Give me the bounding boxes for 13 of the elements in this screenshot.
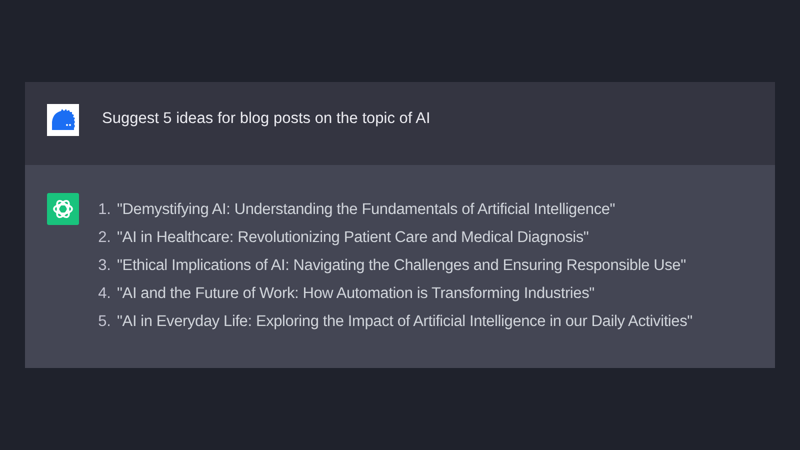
list-item-text: "Demystifying AI: Understanding the Fundamentals of Artificial Intelligence" bbox=[117, 201, 616, 219]
user-message-text: Suggest 5 ideas for blog posts on the topic of AI bbox=[102, 110, 430, 128]
list-item-text: "AI in Healthcare: Revolutionizing Patient Care and Medical Diagnosis" bbox=[117, 229, 589, 247]
list-number: 2. bbox=[97, 229, 111, 247]
hedgehog-avatar-icon bbox=[47, 104, 79, 136]
list-number: 4. bbox=[97, 285, 111, 303]
list-item-text: "Ethical Implications of AI: Navigating the Challenges and Ensuring Responsible Use" bbox=[117, 257, 686, 275]
assistant-logo-icon bbox=[47, 193, 79, 225]
list-number: 3. bbox=[97, 257, 111, 275]
list-number: 1. bbox=[97, 201, 111, 219]
list-number: 5. bbox=[97, 313, 111, 331]
list-item-text: "AI in Everyday Life: Exploring the Impact of Artificial Intelligence in our Daily Activities" bbox=[117, 313, 692, 331]
list-item-text: "AI and the Future of Work: How Automation is Transforming Industries" bbox=[117, 285, 594, 303]
